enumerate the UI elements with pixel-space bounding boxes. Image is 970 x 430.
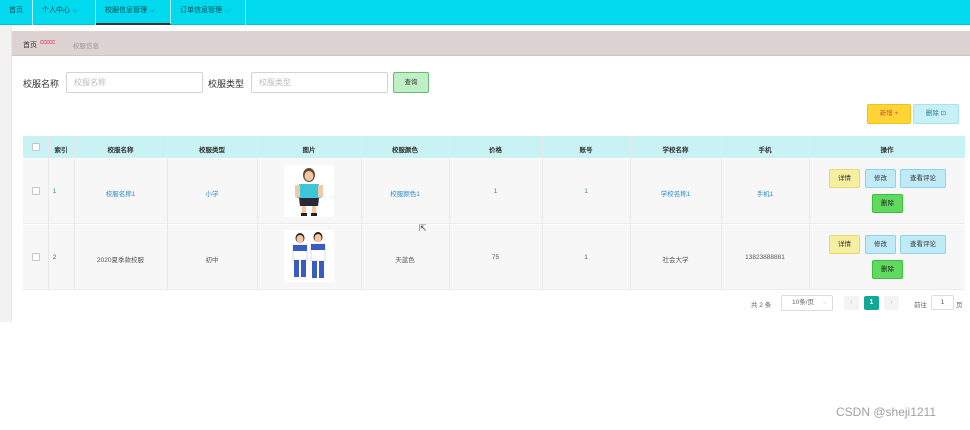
row-checkbox[interactable] — [32, 253, 40, 261]
chevron-down-icon: ⌵ — [73, 8, 78, 14]
cell-index: 1 — [52, 188, 57, 195]
header-school: 学校名称 — [662, 147, 689, 154]
header-price: 价格 — [489, 147, 502, 154]
current-page-button[interactable]: 1 — [864, 296, 879, 310]
uniform-image[interactable] — [284, 230, 334, 282]
nav-item-label: 订单信息管理 — [180, 7, 222, 14]
table-row: 2 2020夏季款校服 初中 天蓝色 75 1 社会大学 13823888881 — [23, 225, 965, 290]
cell-index: 2 — [52, 254, 57, 261]
cell-account: 1 — [584, 188, 588, 195]
column-divider — [361, 136, 362, 290]
nav-item-label: 校服信息管理 — [105, 7, 147, 14]
uniform-type-label: 校服类型 — [208, 79, 245, 89]
header-color: 校服颜色 — [392, 147, 418, 154]
add-button[interactable]: 新增 + — [867, 104, 911, 124]
row-checkbox[interactable] — [32, 187, 40, 195]
view-comments-button[interactable]: 查看评论 — [900, 235, 946, 254]
pagination-total: 共 2 条 — [751, 302, 772, 309]
breadcrumb: 首页 ccccc 校服信息 — [12, 31, 970, 56]
page-size-select[interactable]: 10条/页 ⌵ — [781, 295, 833, 311]
page-suffix-label: 页 — [956, 302, 963, 309]
table-header: 索引 校服名称 校服类型 图片 校服颜色 价格 账号 学校名称 手机 操作 — [23, 136, 965, 158]
column-divider — [257, 136, 258, 290]
query-button[interactable]: 查询 — [393, 72, 429, 93]
table-row: 1 校服名称1 小学 校服颜色1 1 1 学校名称1 手机1 详情 修改 查看评… — [23, 159, 965, 224]
cell-type: 小学 — [205, 191, 219, 198]
cell-account: 1 — [584, 254, 588, 261]
select-all-checkbox[interactable] — [32, 143, 40, 151]
view-comments-button[interactable]: 查看评论 — [900, 169, 946, 188]
header-index: 索引 — [54, 147, 68, 154]
edit-button[interactable]: 修改 — [865, 235, 896, 254]
nav-item-label: 首页 — [9, 7, 23, 14]
chevron-down-icon: ⌵ — [150, 8, 155, 14]
cell-name: 2020夏季款校服 — [97, 257, 144, 264]
column-divider — [48, 136, 49, 290]
column-divider — [449, 136, 450, 290]
mouse-cursor-icon: ⇱ — [419, 223, 427, 233]
column-divider — [630, 136, 631, 290]
cell-phone: 13823888881 — [745, 254, 785, 261]
breadcrumb-home[interactable]: 首页 — [23, 40, 37, 50]
column-divider — [542, 136, 543, 290]
cell-school: 学校名称1 — [660, 191, 691, 198]
cell-color: 天蓝色 — [395, 257, 415, 264]
edit-button[interactable]: 修改 — [865, 169, 896, 188]
cell-price: 75 — [491, 254, 500, 261]
chevron-down-icon: ⌵ — [823, 300, 827, 306]
chevron-down-icon: ⌵ — [225, 8, 230, 14]
header-name: 校服名称 — [107, 147, 134, 154]
left-gutter — [0, 25, 12, 322]
header-phone: 手机 — [758, 147, 772, 154]
nav-item-personal-center[interactable]: 个人中心 ⌵ — [33, 0, 96, 25]
header-account: 账号 — [579, 147, 593, 154]
column-divider — [721, 136, 722, 290]
cell-name: 校服名称1 — [105, 191, 136, 198]
nav-item-uniform-management[interactable]: 校服信息管理 ⌵ — [96, 0, 171, 25]
header-image: 图片 — [302, 147, 316, 154]
breadcrumb-separator: ccccc — [40, 39, 56, 46]
student-pair-photo — [292, 232, 326, 278]
column-divider — [167, 136, 168, 290]
goto-page-input[interactable]: 1 — [931, 295, 954, 310]
watermark: CSDN @sheji1211 — [836, 405, 937, 419]
cell-type: 初中 — [205, 257, 219, 264]
detail-button[interactable]: 详情 — [829, 235, 860, 254]
breadcrumb-current: 校服信息 — [73, 43, 99, 50]
header-actions: 操作 — [880, 147, 894, 154]
uniform-name-input[interactable]: 校服名称 — [66, 72, 203, 93]
uniform-type-input[interactable]: 校服类型 — [251, 72, 388, 93]
nav-item-label: 个人中心 — [42, 7, 70, 14]
cell-school: 社会大学 — [662, 257, 689, 264]
header-type: 校服类型 — [199, 147, 225, 154]
cell-color: 校服颜色1 — [390, 191, 420, 198]
delete-button[interactable]: 删除 — [872, 260, 903, 279]
next-page-button[interactable]: › — [884, 296, 899, 310]
goto-label: 前往 — [914, 302, 927, 309]
prev-page-button[interactable]: ‹ — [844, 296, 859, 310]
cell-phone: 手机1 — [756, 191, 774, 198]
nav-item-home[interactable]: 首页 — [0, 0, 33, 25]
nav-item-order-management[interactable]: 订单信息管理 ⌵ — [171, 0, 246, 25]
cell-price: 1 — [493, 188, 498, 195]
batch-delete-button[interactable]: 删除 ⊡ — [913, 104, 959, 124]
top-nav: 首页 个人中心 ⌵ 校服信息管理 ⌵ 订单信息管理 ⌵ — [0, 0, 970, 25]
uniform-name-label: 校服名称 — [23, 79, 60, 89]
column-divider — [74, 136, 75, 290]
page-size-value: 10条/页 — [792, 299, 815, 306]
uniform-image[interactable] — [284, 165, 334, 217]
delete-button[interactable]: 删除 — [872, 194, 903, 213]
column-divider — [809, 136, 810, 290]
student-girl-photo — [295, 168, 323, 216]
detail-button[interactable]: 详情 — [829, 169, 860, 188]
